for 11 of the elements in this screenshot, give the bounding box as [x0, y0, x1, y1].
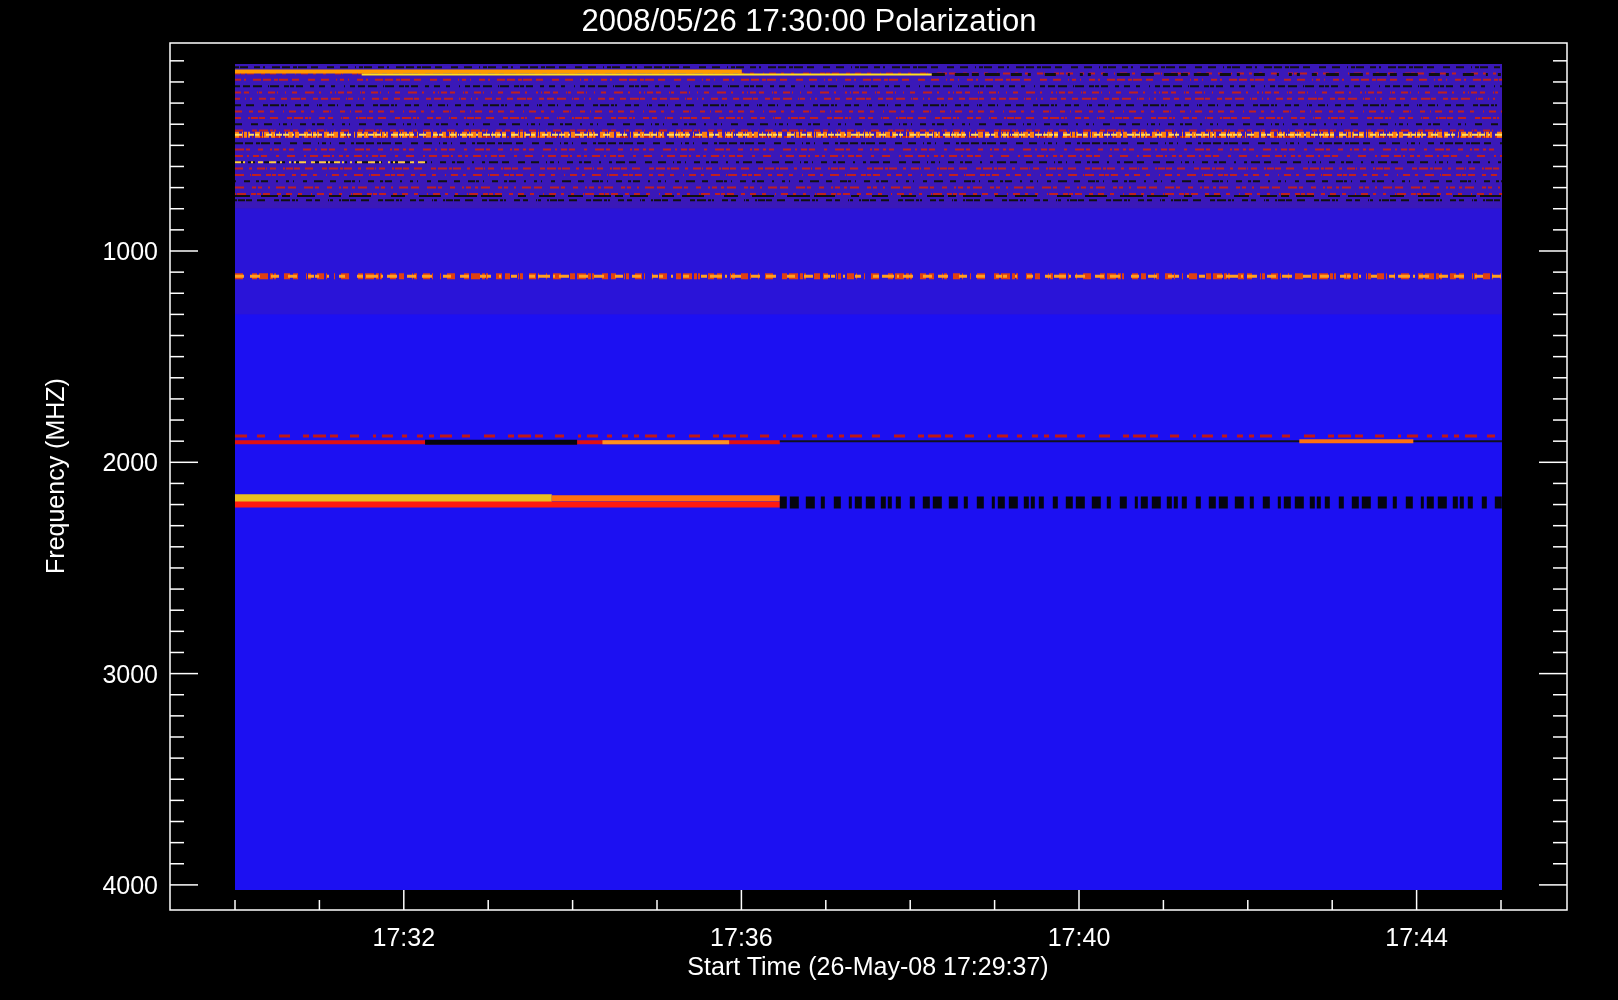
y-tick-label: 2000	[102, 448, 158, 477]
chart-title: 2008/05/26 17:30:00 Polarization	[581, 3, 1037, 38]
x-tick-label: 17:40	[1047, 923, 1111, 951]
y-axis-label: Frequency (MHZ)	[41, 378, 69, 574]
x-tick-label: 17:44	[1385, 923, 1448, 951]
y-tick-label: 4000	[102, 870, 158, 899]
x-axis-label: Start Time (26-May-08 17:29:37)	[687, 952, 1049, 980]
y-tick-label: 3000	[102, 659, 158, 688]
x-tick-label: 17:36	[710, 923, 773, 951]
y-tick-label: 1000	[102, 237, 158, 265]
x-tick-label: 17:32	[372, 923, 436, 951]
